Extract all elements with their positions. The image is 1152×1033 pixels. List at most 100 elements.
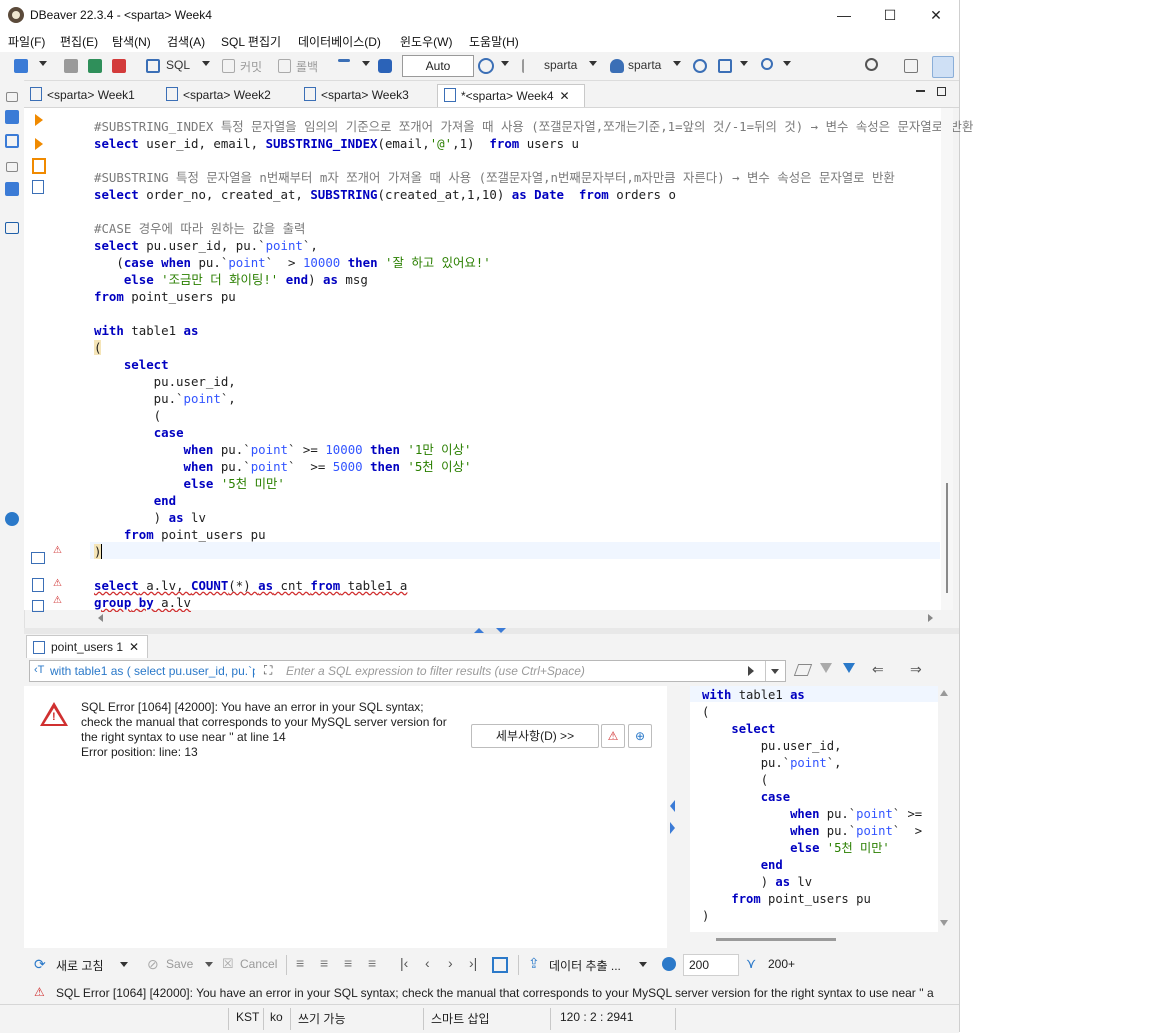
forward-icon[interactable]: ⇒ — [910, 661, 922, 678]
chevron-down-icon[interactable] — [205, 962, 213, 967]
expand-panel-icon[interactable] — [670, 822, 675, 834]
menu-navigate[interactable]: 탐색(N) — [112, 33, 151, 50]
scroll-right-icon[interactable] — [928, 614, 933, 622]
restore-icon[interactable] — [6, 92, 18, 102]
scroll-up-icon[interactable] — [940, 690, 948, 696]
add-row-icon[interactable]: ≡ — [320, 955, 328, 971]
gear-icon[interactable] — [5, 512, 19, 526]
datasource-selector[interactable]: sparta — [544, 58, 577, 72]
chevron-down-icon[interactable] — [120, 962, 128, 967]
close-icon[interactable]: ✕ — [129, 640, 139, 654]
chevron-down-icon[interactable] — [740, 61, 748, 66]
menu-edit[interactable]: 편집(E) — [60, 33, 98, 50]
clear-filter-icon[interactable] — [820, 663, 832, 673]
menu-sql-editor[interactable]: SQL 편집기 — [221, 33, 281, 50]
editor-vertical-scrollbar[interactable] — [941, 108, 953, 610]
menu-window[interactable]: 윈도우(W) — [400, 33, 452, 50]
chevron-down-icon[interactable] — [39, 61, 47, 66]
projects-icon[interactable] — [5, 134, 19, 148]
search-icon[interactable] — [761, 58, 773, 70]
database-navigator-icon[interactable] — [5, 110, 19, 124]
chevron-down-icon[interactable] — [362, 61, 370, 66]
horizontal-scroll-thumb[interactable] — [716, 938, 836, 941]
tab-week2[interactable]: <sparta> Week2 — [166, 84, 296, 106]
scroll-thumb[interactable] — [946, 483, 948, 593]
close-window-button[interactable]: ✕ — [913, 0, 959, 30]
fetch-more-button[interactable]: 200+ — [768, 957, 795, 971]
filter-icon[interactable] — [843, 663, 855, 673]
export-data-icon[interactable]: ⇪ — [528, 955, 540, 972]
tab-week3[interactable]: <sparta> Week3 — [304, 84, 434, 106]
filter-history-icon[interactable] — [771, 669, 779, 674]
connect-icon[interactable] — [64, 59, 78, 73]
target-icon[interactable]: ⊕ — [628, 724, 652, 748]
execute-script-icon[interactable] — [32, 158, 46, 174]
export-icon[interactable] — [31, 552, 45, 564]
fit-icon[interactable] — [492, 957, 508, 973]
chevron-down-icon[interactable] — [589, 61, 597, 66]
schema-selector[interactable]: sparta — [628, 58, 661, 72]
gear-icon[interactable] — [662, 957, 676, 971]
open-perspective-icon[interactable] — [904, 59, 918, 73]
variables-icon[interactable] — [32, 600, 44, 612]
transaction-mode-icon[interactable] — [338, 59, 350, 62]
first-page-icon[interactable]: |‹ — [400, 955, 408, 971]
lock-icon[interactable] — [378, 59, 392, 73]
dbeaver-perspective-icon[interactable] — [932, 56, 954, 78]
save-icon[interactable]: ⊘ — [147, 956, 159, 973]
restore-icon[interactable] — [6, 162, 18, 172]
previous-page-icon[interactable]: ‹ — [425, 955, 430, 971]
rollback-button[interactable]: 롤백 — [296, 58, 318, 75]
next-page-icon[interactable]: › — [448, 955, 453, 971]
refresh-icon[interactable]: ⟳ — [34, 956, 46, 973]
filter-placeholder[interactable]: Enter a SQL expression to filter results… — [286, 664, 585, 678]
reconnect-icon[interactable] — [88, 59, 102, 73]
minimize-view-icon[interactable] — [916, 90, 925, 92]
delete-row-icon[interactable]: ≡ — [368, 955, 376, 971]
new-connection-icon[interactable] — [14, 59, 28, 73]
apply-filter-icon[interactable] — [748, 666, 754, 676]
copy-row-icon[interactable]: ≡ — [344, 955, 352, 971]
explain-plan-icon[interactable] — [32, 180, 44, 194]
menu-search[interactable]: 검색(A) — [167, 33, 205, 50]
collapse-panel-icon[interactable] — [670, 800, 675, 812]
export-data-button[interactable]: 데이터 추출 ... — [549, 957, 621, 974]
last-page-icon[interactable]: ›| — [469, 955, 477, 971]
chevron-down-icon[interactable] — [639, 962, 647, 967]
details-button[interactable]: 세부사항(D) >> — [471, 724, 599, 748]
scroll-down-icon[interactable] — [940, 920, 948, 926]
close-icon[interactable]: ✕ — [560, 89, 570, 103]
outline-icon[interactable] — [5, 182, 19, 196]
chevron-down-icon[interactable] — [783, 61, 791, 66]
global-search-icon[interactable] — [865, 58, 878, 71]
fetch-next-icon[interactable]: ⋎ — [746, 955, 756, 972]
menu-help[interactable]: 도움말(H) — [469, 33, 519, 50]
chevron-down-icon[interactable] — [202, 61, 210, 66]
maximize-button[interactable]: ☐ — [867, 0, 913, 30]
sql-editor-icon[interactable] — [146, 59, 160, 73]
minimize-button[interactable]: — — [821, 0, 867, 30]
chevron-down-icon[interactable] — [501, 61, 509, 66]
filter-input[interactable]: ‹T with table1 as ( select pu.user_id, p… — [29, 660, 786, 682]
refresh-button[interactable]: 새로 고침 — [56, 957, 104, 974]
save-button[interactable]: Save — [166, 957, 193, 971]
cancel-button[interactable]: Cancel — [240, 957, 277, 971]
menu-database[interactable]: 데이터베이스(D) — [298, 33, 381, 50]
execute-statement-icon[interactable] — [35, 114, 43, 126]
cancel-icon[interactable]: ☒ — [222, 956, 234, 972]
commit-icon[interactable] — [222, 59, 235, 73]
tab-week1[interactable]: <sparta> Week1 — [30, 84, 158, 106]
disconnect-icon[interactable] — [112, 59, 126, 73]
fetch-size-input[interactable]: 200 — [683, 954, 739, 976]
query-preview[interactable]: with table1 as ( select pu.user_id, pu.`… — [50, 664, 255, 678]
execute-statement-new-tab-icon[interactable] — [35, 138, 43, 150]
tools-icon[interactable] — [718, 59, 732, 73]
menu-file[interactable]: 파일(F) — [8, 33, 45, 50]
back-icon[interactable]: ⇐ — [872, 661, 884, 678]
rollback-icon[interactable] — [278, 59, 291, 73]
scroll-left-icon[interactable] — [98, 614, 103, 622]
chevron-down-icon[interactable] — [673, 61, 681, 66]
error-log-icon[interactable]: ⚠ — [601, 724, 625, 748]
commit-button[interactable]: 커밋 — [240, 58, 262, 75]
maximize-view-icon[interactable] — [937, 87, 946, 96]
